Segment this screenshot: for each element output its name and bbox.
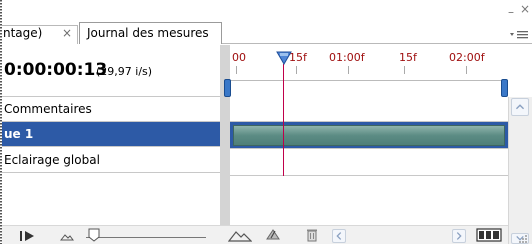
- panel-menu-icon[interactable]: [508, 27, 530, 41]
- zoom-in-mountain-icon[interactable]: [228, 229, 252, 242]
- row-divider: [230, 148, 508, 149]
- scroll-left-icon[interactable]: [332, 229, 346, 243]
- trash-icon[interactable]: [306, 228, 318, 242]
- vertical-scrollbar[interactable]: [508, 97, 532, 244]
- row-divider: [230, 175, 508, 176]
- work-area-bar[interactable]: [230, 80, 508, 96]
- ruler-tick: [466, 66, 467, 74]
- play-icon[interactable]: [18, 230, 38, 242]
- ruler-label: 15f: [399, 51, 417, 64]
- tab-animation-label: ntage): [3, 26, 43, 40]
- panel-splitter[interactable]: [220, 45, 230, 244]
- ruler-label: 02:00f: [449, 51, 485, 64]
- ruler-tick: [296, 66, 297, 74]
- track-label: Eclairage global: [4, 153, 100, 167]
- playhead-handle[interactable]: [274, 50, 294, 68]
- close-icon[interactable]: ×: [62, 26, 72, 40]
- ruler-tick: [404, 66, 405, 74]
- zoom-out-mountain-icon[interactable]: [60, 231, 74, 241]
- frame-rate-label: (29,97 i/s): [96, 65, 153, 78]
- zoom-slider-track[interactable]: [86, 237, 206, 238]
- work-area-start-handle[interactable]: [224, 79, 231, 97]
- track-label: ue 1: [4, 127, 34, 141]
- scroll-right-icon[interactable]: [452, 229, 466, 243]
- camera-icon[interactable]: [265, 228, 281, 242]
- ruler-tick: [236, 66, 237, 74]
- layer-duration-bar[interactable]: [233, 125, 505, 146]
- current-time-display[interactable]: 0:00:00:13: [4, 60, 107, 80]
- panel-close-icon[interactable]: ×: [520, 2, 530, 16]
- scroll-up-icon[interactable]: [511, 98, 529, 116]
- timeline-toolbar: [2, 225, 508, 244]
- zoom-slider-thumb[interactable]: [88, 228, 100, 242]
- playhead-line: [283, 64, 284, 176]
- work-area-end-handle[interactable]: [501, 79, 508, 97]
- ruler-label: 01:00f: [329, 51, 365, 64]
- resize-grip-icon[interactable]: [516, 232, 528, 244]
- ruler-tick: [348, 66, 349, 74]
- minimize-icon[interactable]: –: [508, 5, 514, 19]
- tab-strip-divider: [222, 43, 532, 44]
- tab-journal-label: Journal des mesures: [87, 26, 209, 40]
- ruler-label: 00: [232, 51, 246, 64]
- filmstrip-icon[interactable]: [476, 228, 502, 242]
- track-row-selected[interactable]: [2, 122, 220, 147]
- track-label: Commentaires: [4, 102, 92, 116]
